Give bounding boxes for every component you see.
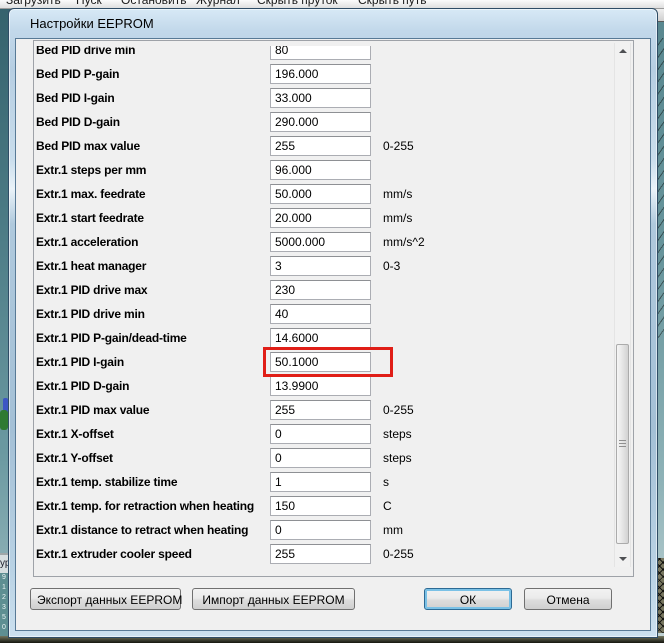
field-label: Extr.1 start feedrate — [36, 211, 144, 225]
field-unit: mm/s — [383, 187, 413, 201]
field-label: Extr.1 temp. stabilize time — [36, 475, 178, 489]
field-label: Extr.1 PID D-gain — [36, 379, 130, 393]
field-input[interactable]: 3 — [270, 256, 371, 276]
field-input[interactable]: 0 — [270, 520, 371, 540]
eeprom-row: Extr.1 X-offset 0 steps — [34, 423, 633, 447]
toolbar-item[interactable]: Журнал — [196, 0, 240, 7]
field-unit: 0-255 — [383, 139, 414, 153]
field-unit: steps — [383, 427, 412, 441]
field-label: Extr.1 PID I-gain — [36, 355, 124, 369]
field-input[interactable]: 20.000 — [270, 208, 371, 228]
scroll-down-button[interactable] — [615, 550, 630, 567]
field-input[interactable]: 5000.000 — [270, 232, 371, 252]
eeprom-row: Extr.1 PID drive min 40 — [34, 303, 633, 327]
field-label: Extr.1 PID P-gain/dead-time — [36, 331, 187, 345]
field-input[interactable]: 196.000 — [270, 64, 371, 84]
eeprom-row: Extr.1 PID max value 255 0-255 — [34, 399, 633, 423]
dialog-client-area: Bed PID drive min 80 Bed PID P-gain 196.… — [15, 38, 651, 631]
eeprom-row: Extr.1 temp. stabilize time 1 s — [34, 471, 633, 495]
scroll-up-button[interactable] — [615, 43, 630, 60]
toolbar-item[interactable]: Скрыть пруток — [257, 0, 338, 7]
field-label: Extr.1 distance to retract when heating — [36, 523, 249, 537]
toolbar-item[interactable]: Пуск — [76, 0, 102, 7]
field-input[interactable]: 0 — [270, 424, 371, 444]
eeprom-rows: Bed PID drive min 80 Bed PID P-gain 196.… — [33, 40, 634, 577]
eeprom-row: Extr.1 start feedrate 20.000 mm/s — [34, 207, 633, 231]
eeprom-row: Extr.1 extruder cooler speed 255 0-255 — [34, 543, 633, 567]
eeprom-row: Bed PID P-gain 196.000 — [34, 63, 633, 87]
field-label: Extr.1 Y-offset — [36, 451, 113, 465]
field-unit: 0-255 — [383, 403, 414, 417]
eeprom-row: Bed PID I-gain 33.000 — [34, 87, 633, 111]
field-label: Extr.1 extruder cooler speed — [36, 547, 192, 561]
field-input[interactable]: 230 — [270, 280, 371, 300]
field-label: Extr.1 PID drive max — [36, 283, 148, 297]
eeprom-row: Extr.1 distance to retract when heating … — [34, 519, 633, 543]
ok-button[interactable]: ОК — [424, 588, 512, 610]
highlight-frame-icon — [263, 347, 393, 377]
eeprom-row: Extr.1 max. feedrate 50.000 mm/s — [34, 183, 633, 207]
toolbar-item[interactable]: Остановить — [121, 0, 187, 7]
field-input[interactable]: 255 — [270, 544, 371, 564]
toolbar-item[interactable]: Скрыть путь — [358, 0, 427, 7]
eeprom-row: Extr.1 steps per mm 96.000 — [34, 159, 633, 183]
eeprom-row: Extr.1 heat manager 3 0-3 — [34, 255, 633, 279]
field-label: Extr.1 PID max value — [36, 403, 150, 417]
field-label: Extr.1 max. feedrate — [36, 187, 146, 201]
field-input[interactable]: 255 — [270, 136, 371, 156]
field-label: Extr.1 temp. for retraction when heating — [36, 499, 255, 513]
field-unit: steps — [383, 451, 412, 465]
field-label: Extr.1 heat manager — [36, 259, 147, 273]
field-input[interactable]: 40 — [270, 304, 371, 324]
background-leaf-icon — [0, 410, 8, 430]
field-label: Extr.1 PID drive min — [36, 307, 145, 321]
field-input[interactable]: 33.000 — [270, 88, 371, 108]
field-input[interactable]: 13.9900 — [270, 376, 371, 396]
field-unit: 0-255 — [383, 547, 414, 561]
cancel-button[interactable]: Отмена — [524, 588, 612, 610]
toolbar-item[interactable]: Загрузить — [6, 0, 61, 7]
field-input[interactable]: 80 — [270, 46, 371, 60]
field-unit: s — [383, 475, 389, 489]
arrow-up-icon — [618, 49, 627, 53]
eeprom-row: Extr.1 temp. for retraction when heating… — [34, 495, 633, 519]
eeprom-row: Extr.1 PID I-gain 50.1000 — [34, 347, 633, 377]
dialog-title: Настройки EEPROM — [30, 16, 154, 31]
field-input[interactable]: 50.000 — [270, 184, 371, 204]
eeprom-row: Bed PID max value 255 0-255 — [34, 135, 633, 159]
field-unit: 0-3 — [383, 259, 401, 273]
eeprom-row: Extr.1 Y-offset 0 steps — [34, 447, 633, 471]
field-label: Extr.1 acceleration — [36, 235, 139, 249]
field-label: Bed PID P-gain — [36, 67, 120, 81]
eeprom-row: Extr.1 PID drive max 230 — [34, 279, 633, 303]
export-eeprom-button[interactable]: Экспорт данных EEPROM — [30, 588, 182, 610]
field-label: Extr.1 steps per mm — [36, 163, 147, 177]
field-input[interactable]: 255 — [270, 400, 371, 420]
field-input[interactable]: 0 — [270, 448, 371, 468]
field-label: Bed PID I-gain — [36, 91, 115, 105]
import-eeprom-button[interactable]: Импорт данных EEPROM — [192, 588, 355, 610]
field-input[interactable]: 1 — [270, 472, 371, 492]
scrollbar[interactable] — [614, 43, 631, 567]
field-label: Bed PID D-gain — [36, 115, 120, 129]
field-unit: C — [383, 499, 392, 513]
field-unit: mm — [383, 523, 403, 537]
field-label: Bed PID max value — [36, 139, 140, 153]
field-label: Extr.1 X-offset — [36, 427, 114, 441]
field-input[interactable]: 96.000 — [270, 160, 371, 180]
arrow-down-icon — [618, 557, 627, 561]
field-unit: mm/s^2 — [383, 235, 425, 249]
eeprom-row: Bed PID D-gain 290.000 — [34, 111, 633, 135]
field-input[interactable]: 290.000 — [270, 112, 371, 132]
field-input[interactable]: 150 — [270, 496, 371, 516]
scrollbar-grip-icon — [619, 440, 626, 447]
scrollbar-thumb[interactable] — [616, 344, 629, 544]
field-input[interactable]: 14.6000 — [270, 328, 371, 348]
eeprom-row: Bed PID drive min 80 — [34, 43, 633, 63]
eeprom-dialog: Настройки EEPROM Bed PID drive min 80 Be… — [8, 8, 658, 638]
field-label: Bed PID drive min — [36, 43, 136, 57]
field-unit: mm/s — [383, 211, 413, 225]
eeprom-row: Extr.1 PID D-gain 13.9900 — [34, 375, 633, 399]
eeprom-row: Extr.1 acceleration 5000.000 mm/s^2 — [34, 231, 633, 255]
